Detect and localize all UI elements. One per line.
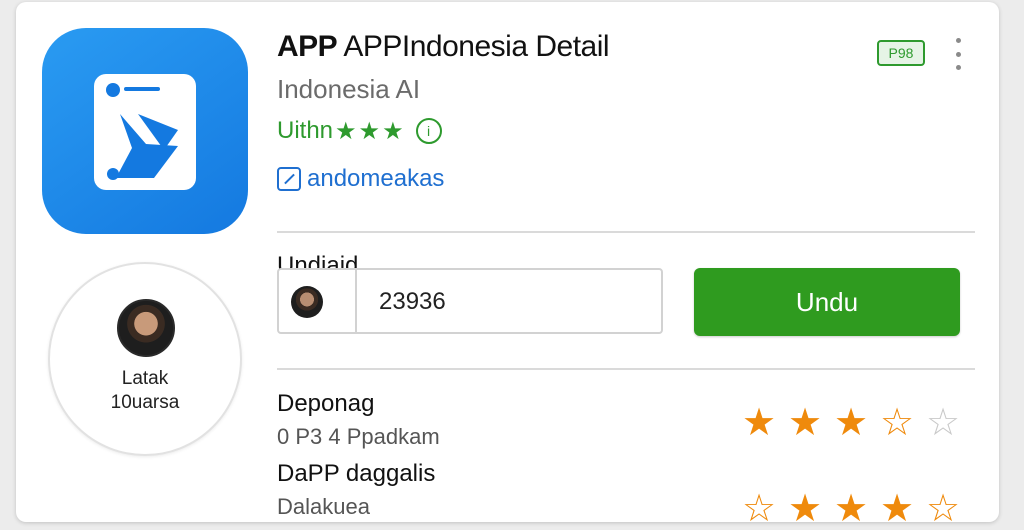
star-outline-icon[interactable]: ☆ bbox=[922, 404, 964, 442]
download-count-field[interactable]: 23936 bbox=[277, 268, 663, 334]
rating-text: Uithn bbox=[277, 117, 334, 144]
star-filled-icon[interactable]: ★ bbox=[738, 404, 780, 442]
star-filled-icon[interactable]: ★ bbox=[830, 404, 872, 442]
star-filled-icon[interactable]: ★ bbox=[784, 490, 826, 528]
title-prefix: APP bbox=[277, 30, 338, 63]
install-button-label: Undu bbox=[795, 286, 859, 317]
user-card[interactable]: Latak 10uarsa bbox=[48, 262, 242, 456]
star-filled-icon[interactable]: ★ bbox=[784, 404, 826, 442]
review-subtitle: Dalakuea bbox=[277, 494, 370, 519]
star-outline-icon[interactable]: ☆ bbox=[738, 490, 780, 528]
info-icon[interactable]: i bbox=[415, 118, 442, 144]
star-outline-icon[interactable]: ☆ bbox=[876, 404, 918, 442]
star-icon: ★ bbox=[382, 117, 404, 145]
star-icon: ★ bbox=[335, 117, 357, 145]
more-dot bbox=[955, 51, 961, 57]
avatar bbox=[117, 299, 175, 357]
page-title: APP APPIndonesia Detail bbox=[277, 30, 610, 64]
divider bbox=[277, 368, 975, 370]
user-thumbnail bbox=[291, 286, 323, 318]
star-rating[interactable]: ☆ ★ ★ ★ ☆ bbox=[738, 490, 964, 528]
review-title: DaPP daggalis bbox=[277, 460, 436, 487]
divider bbox=[277, 231, 975, 233]
more-dot bbox=[955, 65, 961, 70]
review-subtitle: 0 P3 4 Ppadkam bbox=[277, 424, 440, 449]
app-logo-glyph bbox=[106, 83, 178, 180]
user-card-line1: Latak bbox=[121, 368, 169, 389]
app-logo-icon[interactable] bbox=[42, 28, 248, 234]
developer-name: Indonesia AI bbox=[277, 74, 421, 104]
developer-link-label: andomeakas bbox=[307, 165, 445, 192]
title-rest: APPIndonesia Detail bbox=[337, 30, 610, 63]
rating-badge: P98 bbox=[877, 40, 925, 66]
rating-row: Uithn ★ ★ ★ i bbox=[277, 116, 442, 146]
more-vertical-icon[interactable] bbox=[948, 36, 968, 72]
more-dot bbox=[955, 38, 961, 43]
star-filled-icon[interactable]: ★ bbox=[876, 490, 918, 528]
user-card-line2: 10uarsa bbox=[110, 392, 180, 413]
install-button[interactable]: Undu bbox=[694, 268, 960, 336]
developer-link[interactable]: andomeakas bbox=[277, 165, 444, 193]
star-rating[interactable]: ★ ★ ★ ☆ ☆ bbox=[738, 404, 964, 442]
star-outline-icon[interactable]: ☆ bbox=[922, 490, 964, 528]
app-logo-inner bbox=[94, 74, 196, 190]
star-filled-icon[interactable]: ★ bbox=[830, 490, 872, 528]
star-icon: ★ bbox=[358, 117, 381, 145]
field-separator bbox=[355, 270, 357, 332]
download-count-value: 23936 bbox=[379, 288, 446, 315]
edit-icon bbox=[277, 167, 301, 191]
review-title: Deponag bbox=[277, 390, 375, 417]
